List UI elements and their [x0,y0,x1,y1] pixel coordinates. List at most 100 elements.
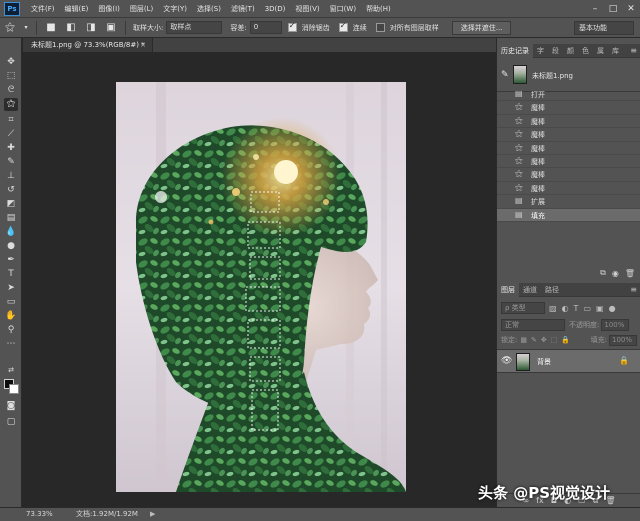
history-step[interactable]: ⚝ 魔棒 [497,115,640,129]
shape-tool-icon[interactable]: ▭ [4,296,18,309]
subtract-selection-icon[interactable]: ◨ [84,21,98,35]
close-button[interactable]: ✕ [622,0,640,18]
clone-stamp-tool-icon[interactable]: ⊥ [4,170,18,183]
crop-tool-icon[interactable]: ⌗ [4,114,18,127]
sample-size-select[interactable]: 取样点 [166,21,223,34]
type-filter-icon[interactable]: T [574,304,579,313]
tab-color[interactable]: 颜 [563,44,578,58]
swap-colors-icon[interactable]: ⇄ [4,364,18,377]
more-tools-icon[interactable]: ⋯ [4,338,18,351]
new-snapshot-icon[interactable]: ◉ [612,269,619,278]
history-brush-source-icon[interactable]: ✎ [501,70,509,80]
opacity-input[interactable]: 100% [601,319,630,331]
history-step[interactable]: ⚝ 魔棒 [497,101,640,115]
type-tool-icon[interactable]: T [4,268,18,281]
document-canvas[interactable] [116,82,406,492]
tab-paragraph[interactable]: 段 [548,44,563,58]
filter-toggle-icon[interactable]: ● [609,304,616,313]
workspace-select[interactable]: 基本功能 [574,20,634,35]
history-step[interactable]: ⚝ 魔棒 [497,155,640,169]
intersect-selection-icon[interactable]: ▣ [104,21,118,35]
history-brush-tool-icon[interactable]: ↺ [4,184,18,197]
select-and-mask-button[interactable]: 选择并遮住... [451,20,512,35]
preset-dropdown-icon[interactable]: ▾ [23,21,29,35]
history-step[interactable]: ⚝ 魔棒 [497,168,640,182]
history-step[interactable]: ▤ 扩展 [497,195,640,209]
blur-tool-icon[interactable]: 💧 [4,226,18,239]
zoom-tool-icon[interactable]: ⚲ [4,324,18,337]
tab-paths[interactable]: 路径 [541,283,563,297]
menu-view[interactable]: 视图(V) [290,0,324,18]
menu-window[interactable]: 窗口(W) [325,0,361,18]
gradient-tool-icon[interactable]: ▤ [4,212,18,225]
adjustment-filter-icon[interactable]: ◐ [562,304,569,313]
tab-properties[interactable]: 属 [593,44,608,58]
move-tool-icon[interactable]: ✥ [4,56,18,69]
history-step[interactable]: ▤ 打开 [497,88,640,102]
menu-edit[interactable]: 编辑(E) [60,0,94,18]
tab-channels[interactable]: 通道 [519,283,541,297]
tab-layers[interactable]: 图层 [497,282,519,297]
pixel-filter-icon[interactable]: ▨ [549,304,557,313]
lasso-tool-icon[interactable]: ᘓ [4,84,18,97]
close-tab-icon[interactable]: × [140,38,146,52]
brush-tool-icon[interactable]: ✎ [4,156,18,169]
history-step-selected[interactable]: ▤ 填充 [497,208,640,222]
menu-type[interactable]: 文字(Y) [158,0,192,18]
history-step[interactable]: ⚝ 魔棒 [497,182,640,196]
eyedropper-tool-icon[interactable]: ⟋ [4,128,18,141]
layer-kind-filter[interactable]: ρ 类型 [501,302,545,314]
smart-object-filter-icon[interactable]: ▣ [596,304,604,313]
canvas-area[interactable] [23,52,496,507]
sample-all-layers-checkbox[interactable] [375,23,385,32]
lock-transparent-icon[interactable]: ▦ [520,336,527,344]
lock-position-icon[interactable]: ✥ [541,336,547,344]
menu-file[interactable]: 文件(F) [26,0,60,18]
fill-input[interactable]: 100% [609,334,637,346]
menu-3d[interactable]: 3D(D) [260,0,291,18]
visibility-eye-icon[interactable]: 👁 [501,356,512,366]
menu-layer[interactable]: 图层(L) [125,0,158,18]
tool-preset-magic-wand-icon[interactable]: ⚝ [3,21,17,35]
add-selection-icon[interactable]: ◧ [64,21,78,35]
marquee-tool-icon[interactable]: ⬚ [4,70,18,83]
lock-pixels-icon[interactable]: ✎ [531,336,537,344]
eraser-tool-icon[interactable]: ◩ [4,198,18,211]
hand-tool-icon[interactable]: ✋ [4,310,18,323]
contiguous-checkbox[interactable] [338,21,348,32]
panel-menu-icon[interactable]: ≡ [630,285,637,294]
minimize-button[interactable]: – [586,0,604,18]
menu-image[interactable]: 图像(I) [93,0,125,18]
maximize-button[interactable]: □ [604,0,622,18]
magic-wand-tool-icon[interactable]: ⚝ [4,98,18,111]
tab-character[interactable]: 字 [533,44,548,58]
tab-history[interactable]: 历史记录 [497,43,533,58]
menu-filter[interactable]: 滤镜(T) [226,0,260,18]
tab-swatches[interactable]: 色 [578,44,593,58]
history-step[interactable]: ⚝ 魔棒 [497,142,640,155]
tab-libraries[interactable]: 库 [608,44,623,58]
new-document-from-state-icon[interactable]: ⧉ [600,268,606,278]
delete-state-icon[interactable]: 🗑 [625,269,635,278]
layer-row-background[interactable]: 👁 背景 🔒 [497,349,640,373]
path-selection-tool-icon[interactable]: ➤ [4,282,18,295]
history-step[interactable]: ⚝ 魔棒 [497,128,640,142]
panel-menu-icon[interactable]: ≡ [630,46,637,55]
new-selection-icon[interactable]: ■ [44,21,58,35]
document-tab[interactable]: 未标题1.png @ 73.3%(RGB/8#) * × [23,38,153,52]
healing-brush-tool-icon[interactable]: ✚ [4,142,18,155]
pen-tool-icon[interactable]: ✒ [4,254,18,267]
dodge-tool-icon[interactable]: ● [4,240,18,253]
shape-filter-icon[interactable]: ▭ [583,304,591,313]
quick-mask-icon[interactable]: ◙ [4,400,18,413]
background-color-swatch[interactable] [9,384,19,394]
tolerance-input[interactable]: 0 [249,21,282,34]
screen-mode-icon[interactable]: ▢ [4,416,18,429]
status-menu-arrow-icon[interactable]: ▶ [150,508,155,521]
lock-artboard-icon[interactable]: ⬚ [551,336,558,344]
zoom-level[interactable]: 73.33% [26,508,53,521]
antialias-checkbox[interactable] [287,21,297,32]
blend-mode-select[interactable]: 正常 [501,319,565,331]
menu-select[interactable]: 选择(S) [192,0,226,18]
lock-all-icon[interactable]: 🔒 [561,336,570,344]
